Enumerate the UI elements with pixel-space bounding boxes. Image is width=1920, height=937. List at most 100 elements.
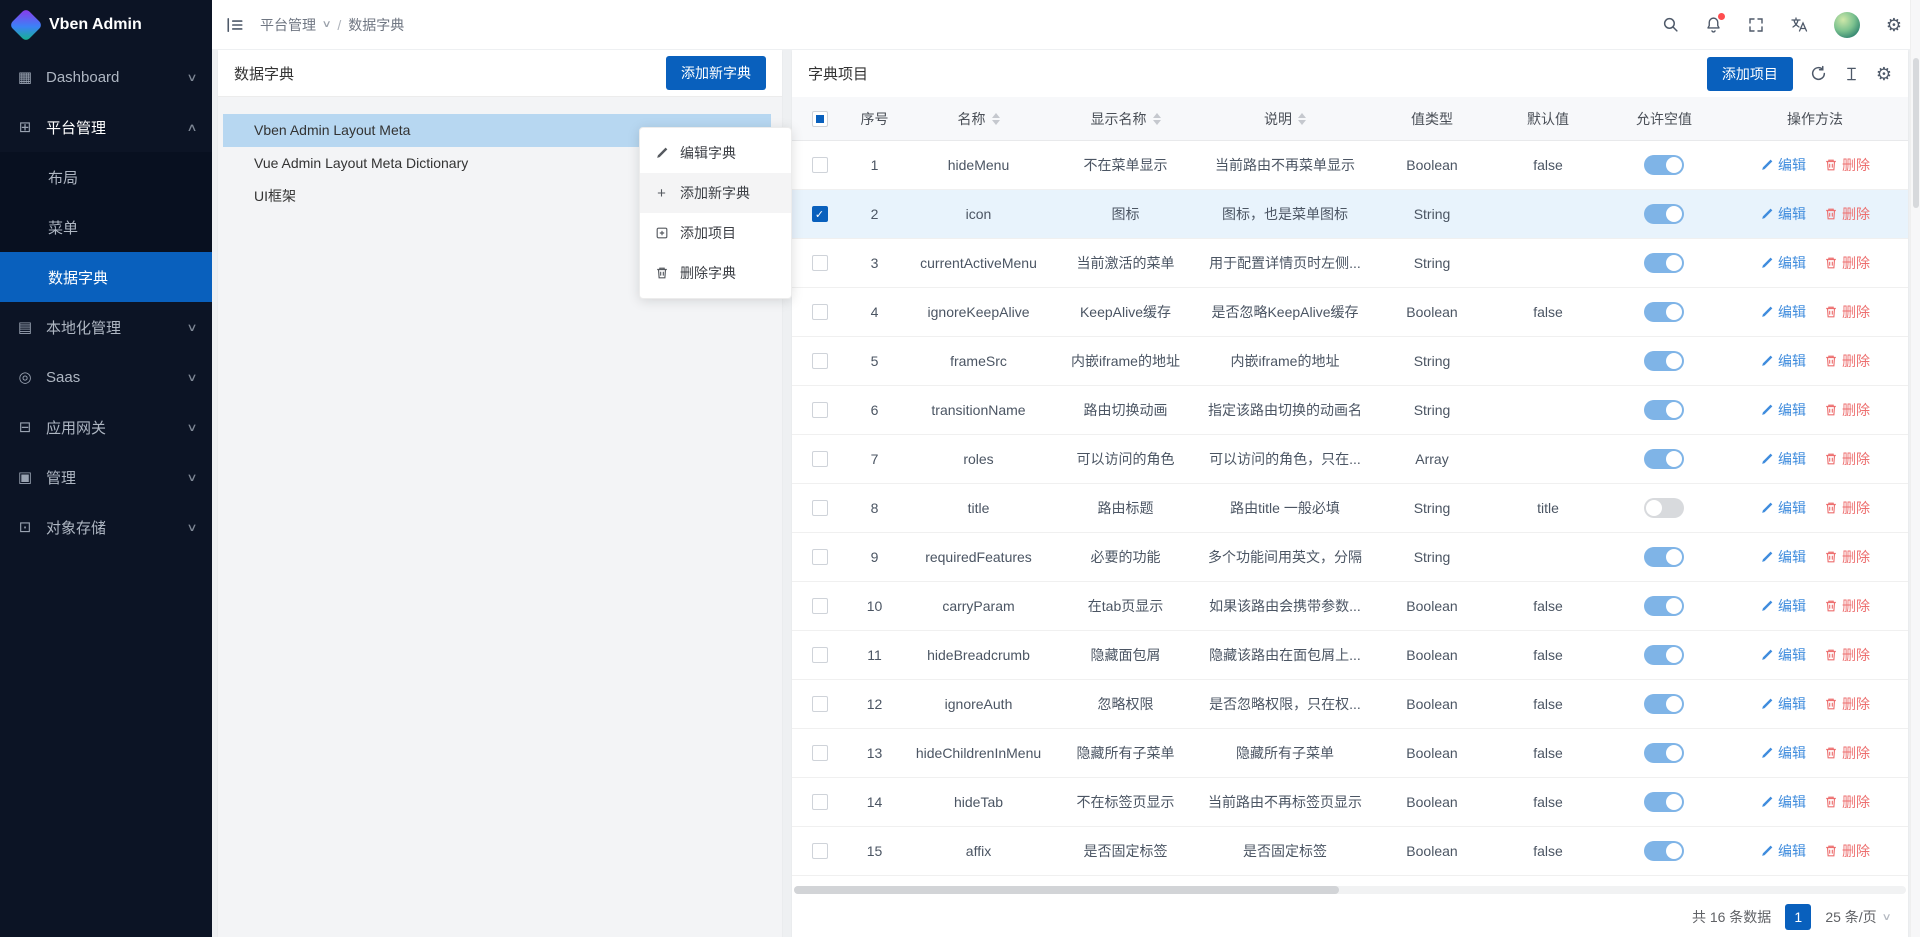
column-header-label: 默认值 [1527,109,1569,129]
delete-button[interactable]: 删除 [1824,449,1870,469]
edit-button[interactable]: 编辑 [1760,204,1806,224]
edit-button[interactable]: 编辑 [1760,253,1806,273]
delete-button[interactable]: 删除 [1824,645,1870,665]
allow-empty-toggle[interactable] [1644,743,1684,763]
row-checkbox[interactable] [812,255,828,271]
row-checkbox[interactable] [812,647,828,663]
sidebar-item-6[interactable]: ⊡对象存储∨ [0,502,212,552]
row-checkbox[interactable] [812,549,828,565]
delete-button[interactable]: 删除 [1824,400,1870,420]
context-menu-item-2[interactable]: 添加项目 [640,213,791,253]
sidebar-item-1[interactable]: ⊞平台管理∧ [0,102,212,152]
allow-empty-toggle[interactable] [1644,400,1684,420]
sidebar-item-2[interactable]: ▤本地化管理∨ [0,302,212,352]
edit-button[interactable]: 编辑 [1760,449,1806,469]
vertical-scrollbar-thumb[interactable] [1913,58,1919,208]
fullscreen-icon[interactable] [1748,17,1764,33]
allow-empty-toggle[interactable] [1644,645,1684,665]
row-checkbox[interactable]: ✓ [812,206,828,222]
row-checkbox[interactable] [812,843,828,859]
context-menu-item-0[interactable]: 编辑字典 [640,133,791,173]
row-checkbox[interactable] [812,304,828,320]
allow-empty-toggle[interactable] [1644,302,1684,322]
select-all-checkbox[interactable] [812,111,828,127]
logo-text: Vben Admin [49,16,142,34]
edit-button[interactable]: 编辑 [1760,351,1806,371]
row-checkbox[interactable] [812,598,828,614]
delete-button[interactable]: 删除 [1824,694,1870,714]
edit-button[interactable]: 编辑 [1760,302,1806,322]
delete-button[interactable]: 删除 [1824,547,1870,567]
allow-empty-toggle[interactable] [1644,694,1684,714]
allow-empty-toggle[interactable] [1644,155,1684,175]
edit-button[interactable]: 编辑 [1760,792,1806,812]
edit-button[interactable]: 编辑 [1760,694,1806,714]
delete-button[interactable]: 删除 [1824,204,1870,224]
settings-gear-icon[interactable]: ⚙ [1886,16,1902,34]
sort-icons[interactable] [992,113,1000,125]
row-checkbox[interactable] [812,451,828,467]
allow-empty-toggle[interactable] [1644,204,1684,224]
allow-empty-toggle[interactable] [1644,498,1684,518]
sidebar-item-3[interactable]: ◎Saas∨ [0,352,212,402]
edit-button[interactable]: 编辑 [1760,841,1806,861]
user-avatar[interactable] [1834,12,1860,38]
edit-button[interactable]: 编辑 [1760,743,1806,763]
delete-button[interactable]: 删除 [1824,792,1870,812]
add-dictionary-button[interactable]: 添加新字典 [666,56,766,90]
sidebar-item-5[interactable]: ▣管理∨ [0,452,212,502]
delete-button[interactable]: 删除 [1824,302,1870,322]
horizontal-scrollbar-thumb[interactable] [794,886,1339,894]
delete-button[interactable]: 删除 [1824,498,1870,518]
sidebar-subitem-1-1[interactable]: 菜单 [0,202,212,252]
row-height-icon[interactable] [1844,66,1859,82]
pagination-page-1[interactable]: 1 [1785,904,1811,930]
delete-button[interactable]: 删除 [1824,841,1870,861]
notification-bell-icon[interactable] [1705,16,1722,33]
delete-button[interactable]: 删除 [1824,253,1870,273]
allow-empty-toggle[interactable] [1644,792,1684,812]
search-icon[interactable] [1662,16,1679,33]
allow-empty-toggle[interactable] [1644,841,1684,861]
row-checkbox[interactable] [812,745,828,761]
row-checkbox[interactable] [812,402,828,418]
app-logo[interactable]: Vben Admin [0,0,212,50]
sort-icons[interactable] [1153,113,1161,125]
row-checkbox[interactable] [812,794,828,810]
add-item-button[interactable]: 添加项目 [1707,57,1793,91]
sidebar-subitem-1-0[interactable]: 布局 [0,152,212,202]
row-checkbox[interactable] [812,157,828,173]
edit-button[interactable]: 编辑 [1760,400,1806,420]
edit-button[interactable]: 编辑 [1760,547,1806,567]
edit-button[interactable]: 编辑 [1760,498,1806,518]
edit-button[interactable]: 编辑 [1760,645,1806,665]
edit-button[interactable]: 编辑 [1760,155,1806,175]
allow-empty-toggle[interactable] [1644,547,1684,567]
allow-empty-toggle[interactable] [1644,596,1684,616]
allow-empty-toggle[interactable] [1644,253,1684,273]
page-size-select[interactable]: 25 条/页 ∨ [1825,907,1890,927]
translate-icon[interactable] [1790,16,1808,34]
delete-button[interactable]: 删除 [1824,596,1870,616]
row-checkbox[interactable] [812,500,828,516]
context-menu-item-3[interactable]: 删除字典 [640,253,791,293]
delete-button[interactable]: 删除 [1824,351,1870,371]
edit-button[interactable]: 编辑 [1760,596,1806,616]
sidebar-item-0[interactable]: ▦Dashboard∨ [0,52,212,102]
sidebar-item-4[interactable]: ⊟应用网关∨ [0,402,212,452]
allow-empty-toggle[interactable] [1644,449,1684,469]
context-menu-item-1[interactable]: +添加新字典 [640,173,791,213]
sidebar-collapse-icon[interactable] [226,16,244,34]
sort-icons[interactable] [1298,113,1306,125]
horizontal-scrollbar[interactable] [794,886,1906,894]
delete-button[interactable]: 删除 [1824,743,1870,763]
column-settings-gear-icon[interactable]: ⚙ [1876,65,1892,83]
allow-empty-toggle[interactable] [1644,351,1684,371]
row-checkbox[interactable] [812,353,828,369]
vertical-scrollbar[interactable] [1910,0,1920,937]
refresh-icon[interactable] [1810,65,1827,82]
sidebar-subitem-1-2[interactable]: 数据字典 [0,252,212,302]
row-checkbox[interactable] [812,696,828,712]
delete-button[interactable]: 删除 [1824,155,1870,175]
breadcrumb-root[interactable]: 平台管理 [260,15,316,35]
